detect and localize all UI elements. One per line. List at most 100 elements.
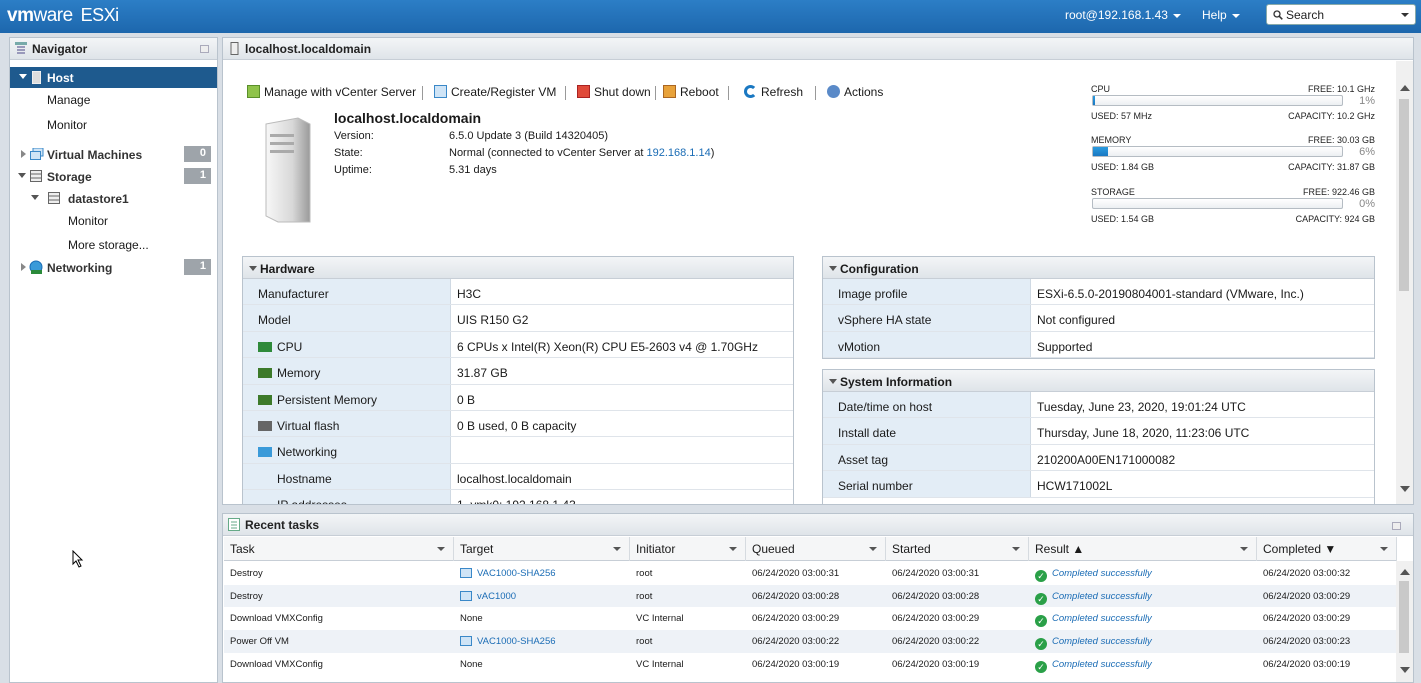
- task-result[interactable]: ✓ Completed successfully: [1035, 568, 1152, 582]
- task-target[interactable]: VAC1000-SHA256: [460, 636, 556, 647]
- info-key-label: CPU: [277, 339, 303, 354]
- chevron-down-icon[interactable]: [437, 547, 445, 551]
- column-header-4[interactable]: Started: [886, 537, 1029, 561]
- task-target[interactable]: None: [460, 613, 483, 624]
- nav-networking[interactable]: Networking 1: [10, 257, 217, 278]
- networking-count-badge: 1: [184, 259, 211, 275]
- chevron-down-icon[interactable]: [1012, 547, 1020, 551]
- info-key: Image profile: [823, 279, 1031, 305]
- recent-tasks-panel: Recent tasks Task Target Initiator Queued St…: [222, 513, 1414, 683]
- user-menu[interactable]: root@192.168.1.43: [1065, 8, 1181, 22]
- chevron-down-icon[interactable]: [729, 547, 737, 551]
- column-header-3[interactable]: Queued: [746, 537, 886, 561]
- collapse-icon[interactable]: [829, 379, 837, 384]
- info-value: 1. vmk0: 192.168.1.43: [457, 498, 576, 504]
- column-header-2[interactable]: Initiator: [630, 537, 746, 561]
- scroll-up-icon[interactable]: [1400, 85, 1410, 91]
- expand-icon[interactable]: [19, 74, 27, 79]
- info-key: Serial number: [823, 471, 1031, 497]
- info-key: vMotion: [823, 331, 1031, 358]
- task-target[interactable]: vAC1000: [460, 590, 516, 602]
- success-check-icon: ✓: [1035, 570, 1047, 582]
- usage-fill: [1093, 96, 1096, 105]
- expand-icon[interactable]: [21, 150, 26, 158]
- task-row[interactable]: Download VMXConfig None VC Internal 06/24/2…: [224, 653, 1397, 676]
- info-row: Manufacturer H3C: [243, 279, 793, 306]
- column-header-5[interactable]: Result ▲: [1029, 537, 1257, 561]
- task-started: 06/24/2020 03:00:22: [892, 636, 980, 648]
- collapse-icon[interactable]: [829, 266, 837, 271]
- nav-more-storage[interactable]: More storage...: [10, 234, 217, 255]
- host-icon: [230, 42, 239, 55]
- host-name: localhost.localdomain: [334, 110, 482, 126]
- collapse-icon[interactable]: [249, 266, 257, 271]
- minimize-icon[interactable]: [1392, 522, 1401, 530]
- task-row[interactable]: Power Off VM VAC1000-SHA256 root 06/24/2020…: [224, 630, 1397, 653]
- column-header-6[interactable]: Completed ▼: [1257, 537, 1397, 561]
- search-input[interactable]: Search: [1266, 4, 1416, 25]
- task-target[interactable]: None: [460, 659, 483, 670]
- server-image: [265, 117, 311, 223]
- version-label: Version:: [334, 130, 374, 142]
- expand-icon[interactable]: [21, 263, 26, 271]
- nav-virtual-machines[interactable]: Virtual Machines 0: [10, 144, 217, 165]
- task-result[interactable]: ✓ Completed successfully: [1035, 591, 1152, 605]
- help-menu[interactable]: Help: [1202, 8, 1240, 22]
- persistent-memory-icon: [258, 394, 272, 405]
- actions-button[interactable]: Actions: [827, 85, 883, 99]
- chevron-down-icon[interactable]: [1380, 547, 1388, 551]
- nav-host-manage[interactable]: Manage: [10, 89, 217, 110]
- shut-down-button[interactable]: Shut down: [577, 85, 651, 99]
- collapse-icon[interactable]: [200, 45, 209, 53]
- system-information-section: System Information Date/time on host Tues…: [822, 369, 1375, 505]
- chevron-down-icon[interactable]: [1240, 547, 1248, 551]
- storage-usage-bar: [1092, 198, 1343, 209]
- task-initiator: VC Internal: [636, 613, 684, 625]
- nav-datastore1[interactable]: datastore1: [10, 188, 217, 209]
- vmware-esxi-logo[interactable]: vmware ESXi: [7, 5, 119, 27]
- collapse-icon[interactable]: [31, 195, 39, 200]
- chevron-down-icon[interactable]: [869, 547, 877, 551]
- host-panel-scrollbar[interactable]: [1396, 61, 1413, 504]
- info-value: UIS R150 G2: [457, 313, 529, 328]
- scroll-down-icon[interactable]: [1400, 667, 1410, 673]
- column-header-1[interactable]: Target: [454, 537, 630, 561]
- collapse-icon[interactable]: [18, 173, 26, 178]
- chevron-down-icon[interactable]: [613, 547, 621, 551]
- task-result[interactable]: ✓ Completed successfully: [1035, 613, 1152, 628]
- scrollbar-thumb[interactable]: [1399, 581, 1409, 653]
- info-value: Supported: [1037, 339, 1093, 354]
- task-started: 06/24/2020 03:00:28: [892, 590, 980, 602]
- info-row: Model UIS R150 G2: [243, 305, 793, 332]
- refresh-button[interactable]: Refresh: [744, 85, 803, 99]
- task-target[interactable]: VAC1000-SHA256: [460, 568, 556, 579]
- task-row[interactable]: Download VMXConfig None VC Internal 06/24/2…: [224, 607, 1397, 630]
- task-queued: 06/24/2020 03:00:29: [752, 613, 840, 625]
- virtual-machines-icon: [30, 148, 44, 160]
- system-information-header[interactable]: System Information: [823, 370, 1374, 392]
- info-key-label: Manufacturer: [258, 287, 329, 301]
- create-register-vm-button[interactable]: Create/Register VM: [434, 85, 556, 99]
- uptime-value: 5.31 days: [449, 164, 497, 176]
- task-row[interactable]: Destroy VAC1000-SHA256 root 06/24/2020 03:0…: [224, 562, 1397, 585]
- nav-host[interactable]: Host: [10, 67, 217, 88]
- scrollbar-thumb[interactable]: [1399, 99, 1409, 291]
- reboot-button[interactable]: Reboot: [663, 85, 719, 99]
- info-key: Date/time on host: [823, 392, 1031, 418]
- tasks-scrollbar[interactable]: [1396, 561, 1413, 682]
- configuration-header[interactable]: Configuration: [823, 257, 1374, 279]
- nav-storage[interactable]: Storage 1: [10, 166, 217, 187]
- vcenter-link[interactable]: 192.168.1.14: [646, 147, 710, 159]
- info-key-label: Virtual flash: [277, 418, 340, 433]
- task-queued: 06/24/2020 03:00:19: [752, 658, 840, 670]
- scroll-down-icon[interactable]: [1400, 486, 1410, 492]
- column-header-0[interactable]: Task: [224, 537, 454, 561]
- hardware-header[interactable]: Hardware: [243, 257, 793, 279]
- nav-host-monitor[interactable]: Monitor: [10, 114, 217, 135]
- scroll-up-icon[interactable]: [1400, 569, 1410, 575]
- task-result[interactable]: ✓ Completed successfully: [1035, 636, 1152, 651]
- manage-vcenter-button[interactable]: Manage with vCenter Server: [247, 85, 416, 99]
- task-result[interactable]: ✓ Completed successfully: [1035, 659, 1152, 673]
- nav-datastore-monitor[interactable]: Monitor: [10, 210, 217, 231]
- task-row[interactable]: Destroy vAC1000 root 06/24/2020 03:00:28 06/…: [224, 584, 1397, 608]
